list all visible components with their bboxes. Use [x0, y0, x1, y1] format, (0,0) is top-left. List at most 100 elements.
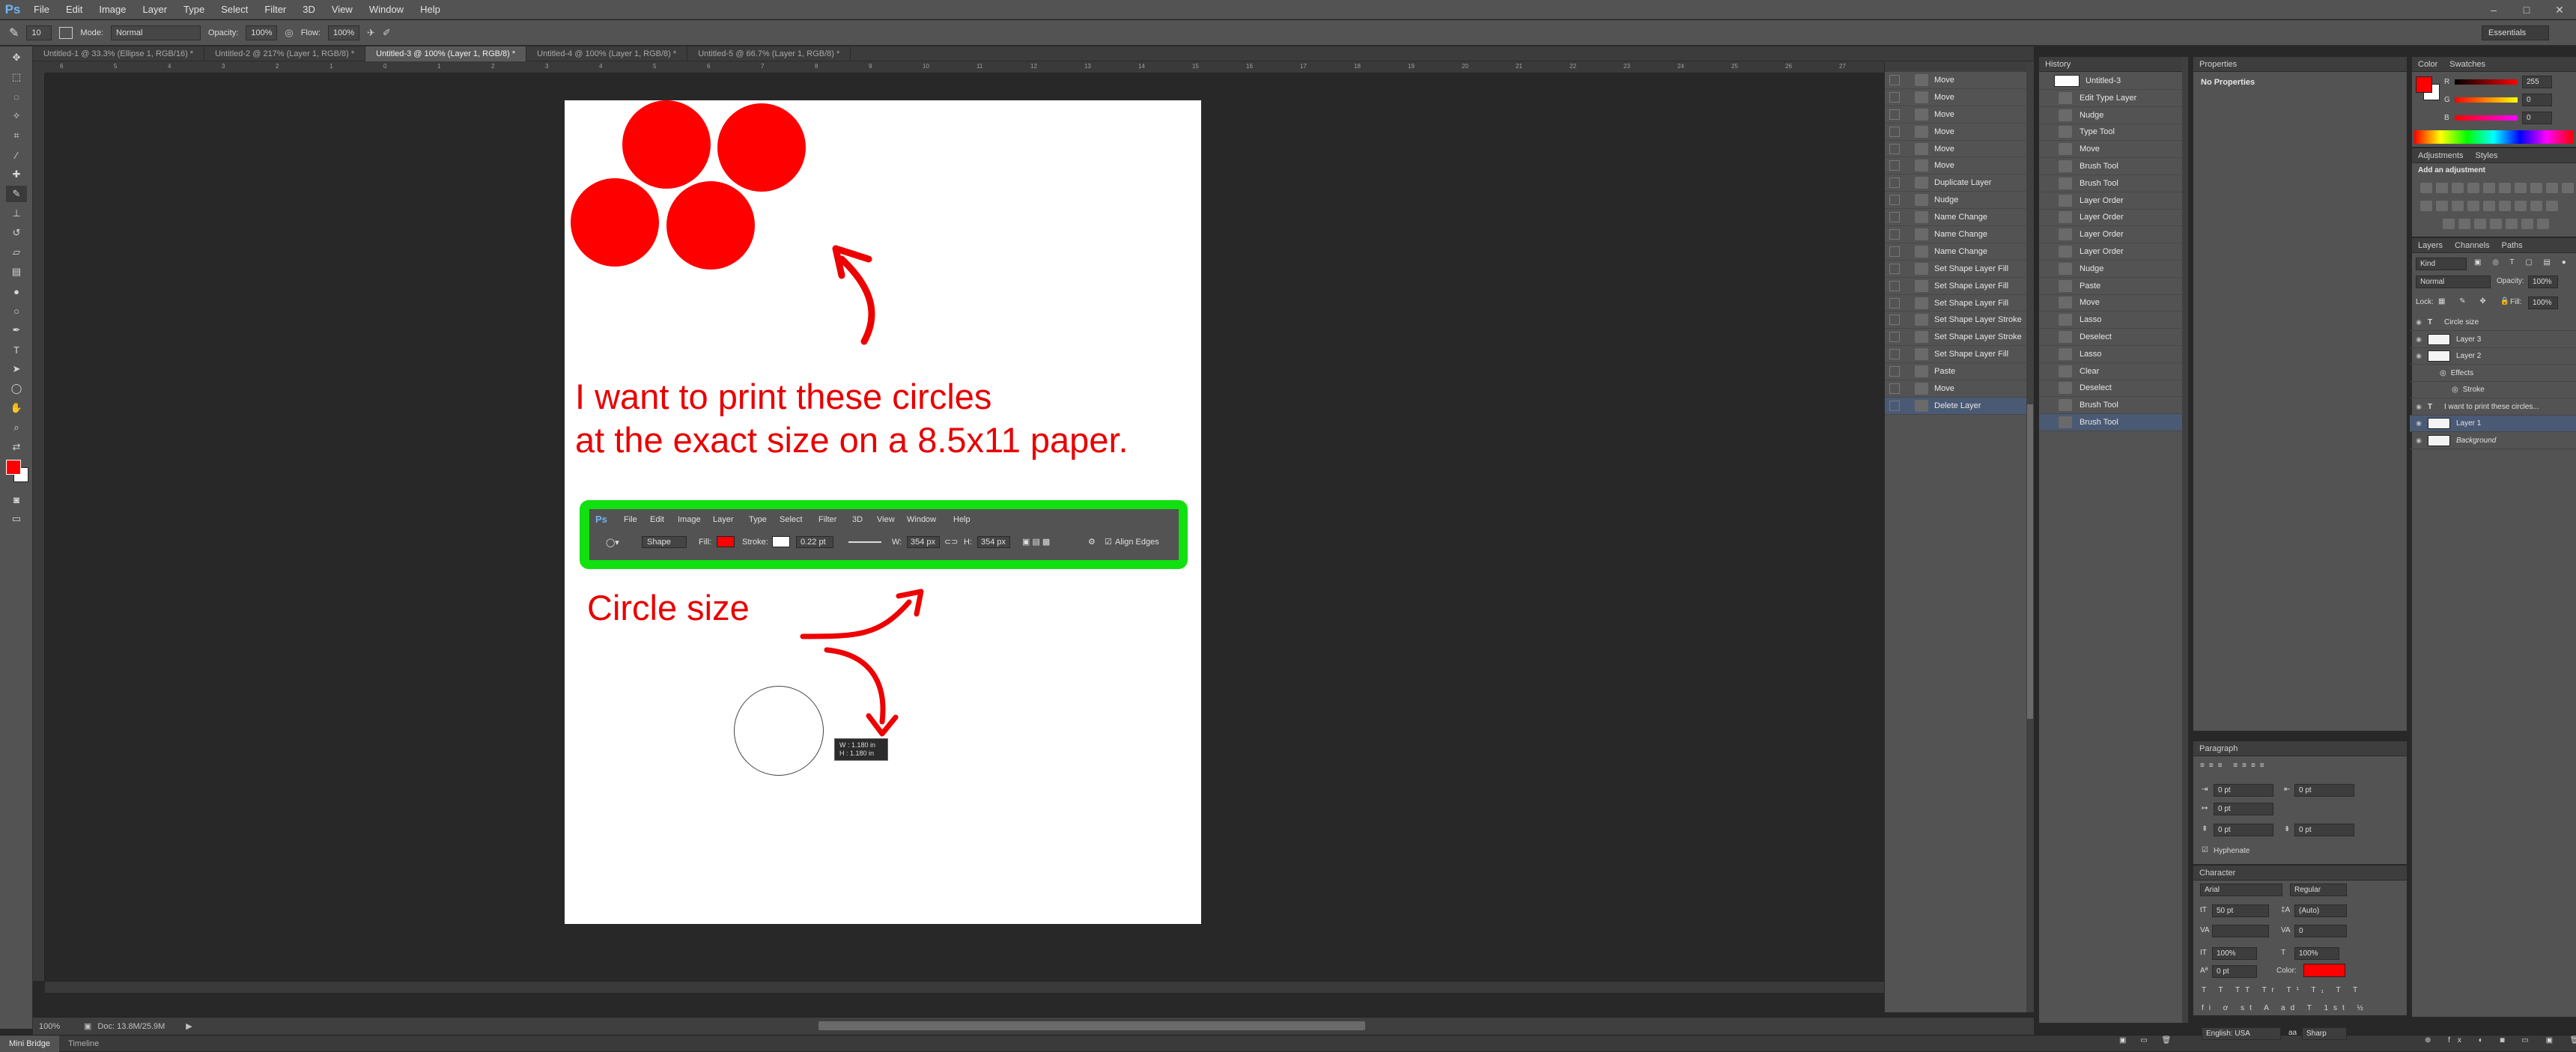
opentype-buttons[interactable]: fi ơ st A ad T 1st ½: [2202, 1004, 2369, 1012]
screen-mode-icon[interactable]: ▭: [6, 511, 27, 527]
adjustment-icon[interactable]: [2546, 183, 2558, 193]
blur-tool-icon[interactable]: ●: [6, 283, 27, 300]
language-dropdown[interactable]: English: USA: [2202, 1027, 2281, 1040]
eraser-tool-icon[interactable]: ▱: [6, 244, 27, 261]
action-item[interactable]: Set Shape Layer Fill: [1885, 346, 2026, 364]
action-toggle-icon[interactable]: [1889, 228, 1900, 240]
history-state[interactable]: Move: [2039, 295, 2182, 312]
adjustment-icon[interactable]: [2467, 183, 2479, 193]
leading-field[interactable]: (Auto): [2294, 904, 2347, 917]
layer-row[interactable]: ◉ Layer 2: [2410, 348, 2576, 365]
layer-row[interactable]: ◉ Background: [2410, 433, 2576, 449]
zoom-tool-icon[interactable]: ⌕: [6, 419, 27, 436]
adjustment-icon[interactable]: [2458, 219, 2470, 229]
layer-filter-kind[interactable]: Kind: [2416, 258, 2467, 270]
space-after-field[interactable]: 0 pt: [2294, 824, 2354, 836]
action-item[interactable]: Paste: [1885, 363, 2026, 381]
adjustment-icon[interactable]: [2490, 219, 2502, 229]
action-toggle-icon[interactable]: [1889, 314, 1900, 326]
history-state[interactable]: Brush Tool: [2039, 158, 2182, 175]
brush-size-picker[interactable]: 10: [26, 25, 52, 40]
menu-select[interactable]: Select: [213, 0, 256, 19]
eyedropper-tool-icon[interactable]: ⁄: [6, 147, 27, 163]
opacity-field[interactable]: 100%: [246, 25, 278, 40]
properties-tab[interactable]: Properties: [2199, 60, 2237, 69]
move-tool-icon[interactable]: ✥: [6, 49, 27, 66]
adjustment-icon[interactable]: [2530, 183, 2542, 193]
action-toggle-icon[interactable]: [1889, 177, 1900, 189]
action-toggle-icon[interactable]: [1889, 143, 1900, 154]
r-field[interactable]: 255: [2522, 76, 2552, 88]
history-snapshot[interactable]: Untitled-3: [2039, 72, 2182, 90]
adjustment-icon[interactable]: [2443, 219, 2455, 229]
adjustment-icon[interactable]: [2474, 219, 2486, 229]
adjustment-icon[interactable]: [2467, 201, 2479, 211]
history-state[interactable]: Lasso: [2039, 311, 2182, 329]
path-select-tool-icon[interactable]: ➤: [6, 361, 27, 377]
adjustment-icon[interactable]: [2562, 183, 2574, 193]
color-fg-swatch[interactable]: [2416, 76, 2432, 93]
adjustment-icon[interactable]: [2537, 219, 2549, 229]
tab-styles[interactable]: Styles: [2476, 151, 2498, 160]
layer-row[interactable]: ◎ Effects: [2410, 365, 2576, 382]
foreground-color-swatch[interactable]: [6, 460, 21, 475]
action-item[interactable]: Set Shape Layer Stroke: [1885, 311, 2026, 329]
visibility-eye-icon[interactable]: ◉: [2410, 403, 2428, 411]
g-field[interactable]: 0: [2522, 94, 2552, 106]
visibility-eye-icon[interactable]: ◉: [2410, 318, 2428, 326]
type-tool-icon[interactable]: T: [6, 341, 27, 358]
action-toggle-icon[interactable]: [1889, 195, 1900, 206]
history-state[interactable]: Nudge: [2039, 261, 2182, 278]
adjustment-icon[interactable]: [2521, 219, 2533, 229]
tab-adjustments[interactable]: Adjustments: [2418, 151, 2464, 160]
paragraph-tab[interactable]: Paragraph: [2199, 744, 2238, 753]
history-state[interactable]: Layer Order: [2039, 243, 2182, 261]
marquee-tool-icon[interactable]: ⬚: [6, 69, 27, 85]
adjustment-icon[interactable]: [2483, 201, 2495, 211]
workspace-switcher[interactable]: Essentials: [2482, 25, 2549, 40]
action-toggle-icon[interactable]: [1889, 280, 1900, 291]
airbrush-icon[interactable]: ✈: [367, 27, 375, 39]
mode-dropdown[interactable]: Normal: [110, 25, 201, 40]
b-field[interactable]: 0: [2522, 112, 2552, 124]
history-tab[interactable]: History: [2045, 60, 2071, 69]
pressure-size-icon[interactable]: ✐: [383, 27, 391, 39]
b-slider[interactable]: [2455, 115, 2518, 121]
stamp-tool-icon[interactable]: ⊥: [6, 205, 27, 222]
maximize-button[interactable]: □: [2510, 0, 2543, 19]
actions-scrollbar-thumb[interactable]: [2027, 404, 2033, 719]
adjustment-icon[interactable]: [2515, 201, 2527, 211]
action-toggle-icon[interactable]: [1889, 366, 1900, 377]
action-item[interactable]: Move: [1885, 106, 2026, 124]
tracking-field[interactable]: 0: [2294, 925, 2347, 937]
layer-opacity-field[interactable]: 100%: [2528, 276, 2558, 288]
action-item[interactable]: Move: [1885, 124, 2026, 141]
brush-tool-icon[interactable]: ✎: [6, 186, 27, 202]
layer-row[interactable]: ◉ Layer 1: [2410, 416, 2576, 432]
gradient-tool-icon[interactable]: ▤: [6, 264, 27, 280]
adjustment-icon[interactable]: [2499, 201, 2511, 211]
history-state[interactable]: Deselect: [2039, 329, 2182, 346]
swap-colors-icon[interactable]: ⇄: [6, 439, 27, 455]
adjustment-icon[interactable]: [2499, 183, 2511, 193]
adjustment-icon[interactable]: [2436, 201, 2448, 211]
action-toggle-icon[interactable]: [1889, 212, 1900, 223]
layer-row[interactable]: ◉ T Circle size: [2410, 314, 2576, 331]
action-item[interactable]: Name Change: [1885, 243, 2026, 261]
adjustment-icon[interactable]: [2452, 201, 2464, 211]
layer-fill-field[interactable]: 100%: [2528, 297, 2558, 309]
visibility-eye-icon[interactable]: ◉: [2410, 335, 2428, 344]
history-state[interactable]: Layer Order: [2039, 192, 2182, 210]
visibility-eye-icon[interactable]: ◉: [2410, 352, 2428, 360]
type-style-buttons[interactable]: T T TT Tr T¹ T₁ T T: [2202, 986, 2363, 994]
doc-tab-untitled-3[interactable]: Untitled-3 @ 100% (Layer 1, RGB/8) *: [365, 46, 527, 61]
adjustment-icon[interactable]: [2420, 183, 2432, 193]
action-item[interactable]: Set Shape Layer Fill: [1885, 295, 2026, 312]
action-item[interactable]: Set Shape Layer Fill: [1885, 278, 2026, 295]
history-brush-tool-icon[interactable]: ↺: [6, 225, 27, 241]
doc-size[interactable]: Doc: 13.8M/25.9M: [97, 1022, 165, 1031]
dodge-tool-icon[interactable]: ○: [6, 302, 27, 319]
adjustment-icon[interactable]: [2546, 201, 2558, 211]
history-state[interactable]: Nudge: [2039, 107, 2182, 124]
action-toggle-icon[interactable]: [1889, 349, 1900, 360]
